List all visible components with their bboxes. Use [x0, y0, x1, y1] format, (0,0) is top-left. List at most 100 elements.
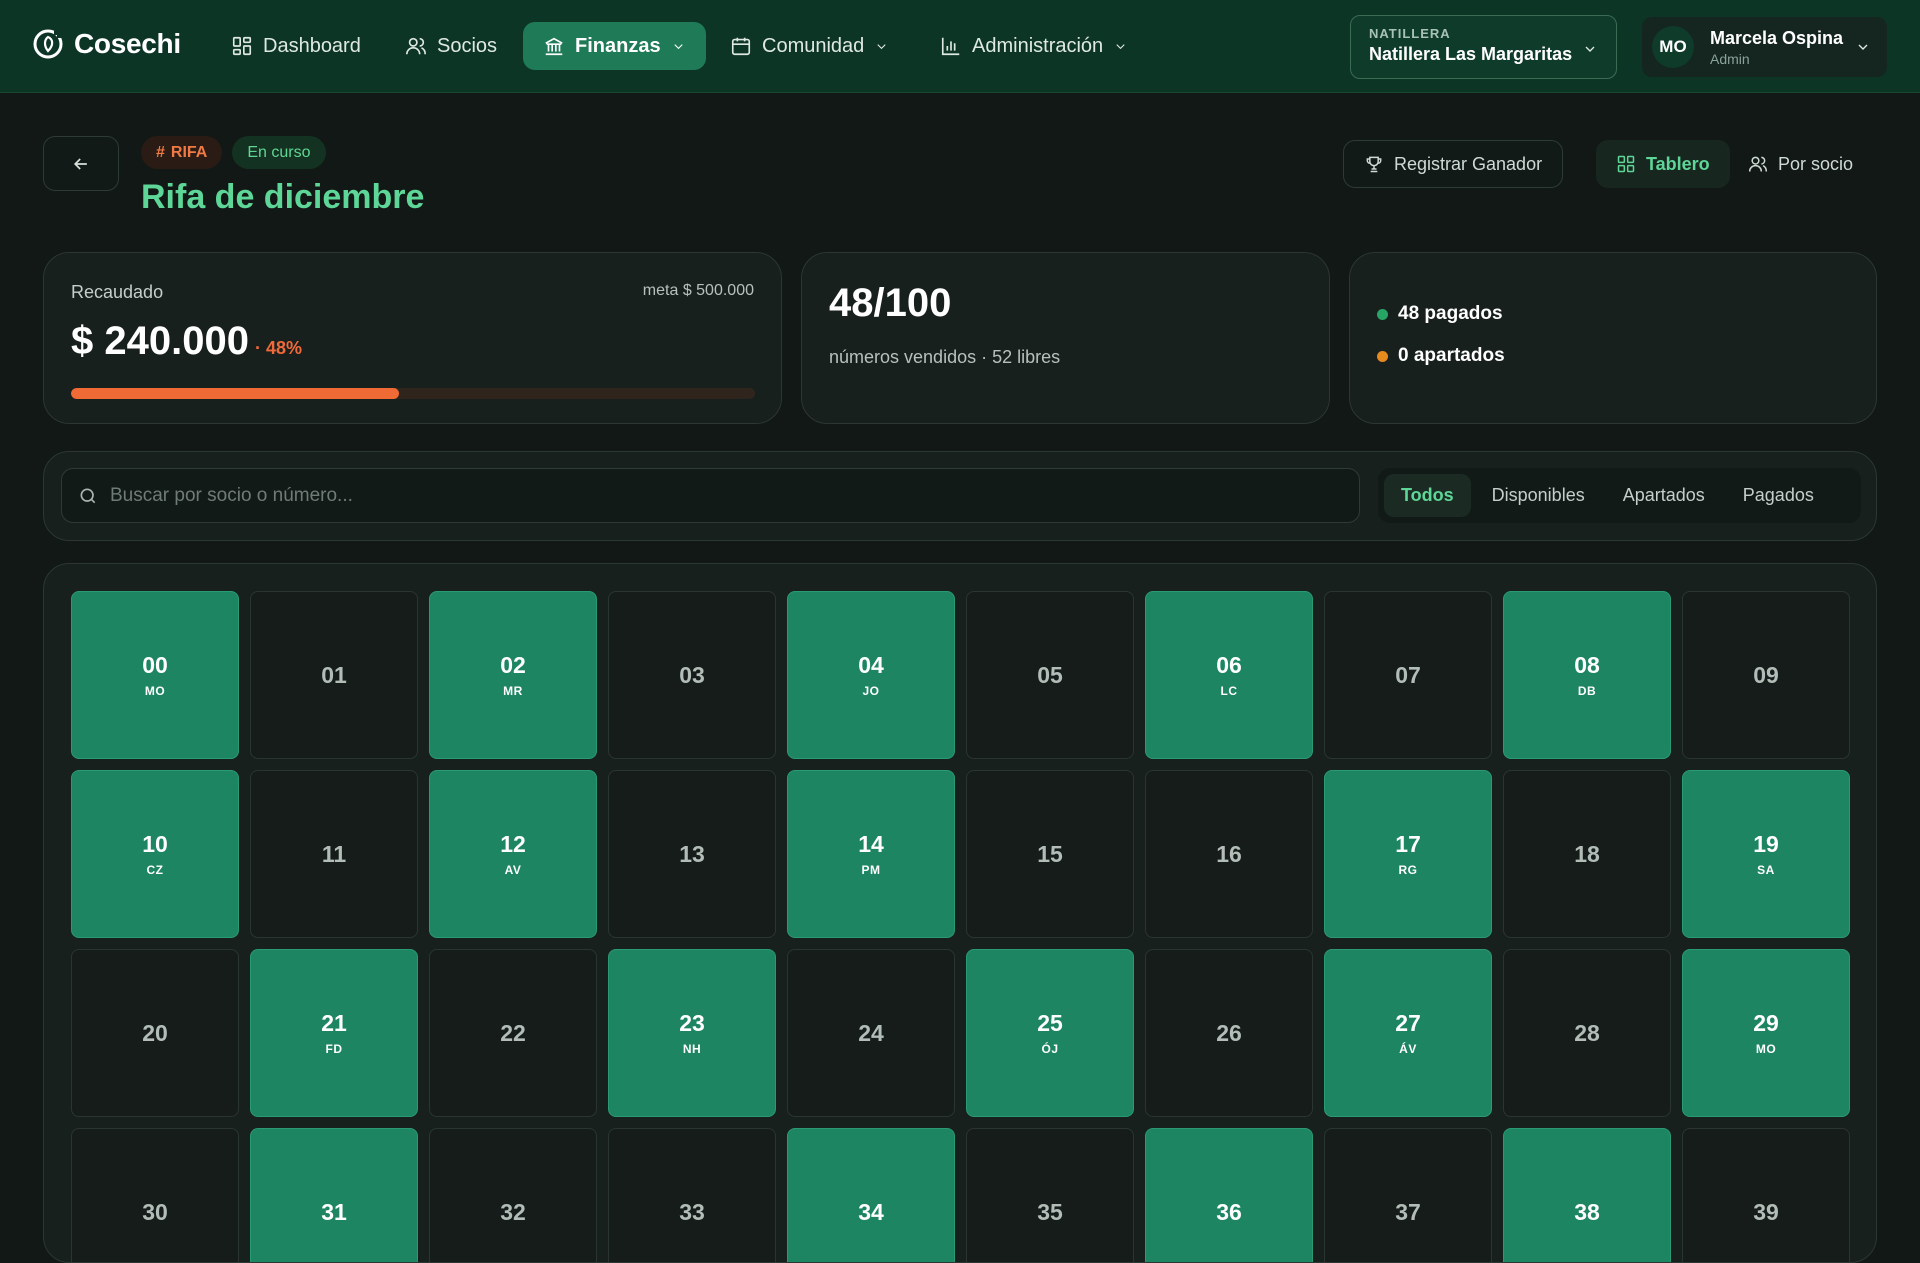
- filter-tab-todos[interactable]: Todos: [1384, 474, 1471, 517]
- raffle-number-cell[interactable]: 25 ÓJ: [966, 949, 1134, 1117]
- raffle-number: 35: [1037, 1198, 1063, 1225]
- back-button[interactable]: [43, 136, 119, 191]
- collected-amount: $ 240.000: [71, 319, 249, 363]
- raffle-number-cell[interactable]: 24: [787, 949, 955, 1117]
- nav-administracion[interactable]: Administración: [920, 22, 1148, 70]
- collected-amount-row: $ 240.000 · 48%: [71, 319, 302, 364]
- raffle-number: 06: [1216, 652, 1242, 678]
- raffle-number-cell[interactable]: 07: [1324, 591, 1492, 759]
- raffle-number-cell[interactable]: 17 RG: [1324, 770, 1492, 938]
- raffle-number-cell[interactable]: 37: [1324, 1128, 1492, 1262]
- users-icon: [406, 37, 426, 55]
- raffle-number: 18: [1574, 840, 1600, 867]
- raffle-number-cell[interactable]: 22: [429, 949, 597, 1117]
- filter-tab-pagados[interactable]: Pagados: [1726, 474, 1831, 517]
- raffle-number-cell[interactable]: 13: [608, 770, 776, 938]
- user-menu[interactable]: MO Marcela Ospina Admin: [1642, 17, 1887, 77]
- raffle-number: 33: [679, 1198, 705, 1225]
- raffle-number-cell[interactable]: 03: [608, 591, 776, 759]
- raffle-number: 01: [321, 661, 347, 688]
- raffle-number: 34: [858, 1198, 884, 1225]
- raffle-number-cell[interactable]: 09: [1682, 591, 1850, 759]
- raffle-number-owner-initials: RG: [1398, 863, 1418, 877]
- search-input[interactable]: [110, 484, 1310, 507]
- status-badge: En curso: [232, 136, 326, 169]
- raffle-number-cell[interactable]: 23 NH: [608, 949, 776, 1117]
- page-title: Rifa de diciembre: [141, 178, 425, 216]
- type-badge-label: RIFA: [170, 143, 208, 161]
- raffle-number-cell[interactable]: 06 LC: [1145, 591, 1313, 759]
- view-board-tab[interactable]: Tablero: [1596, 140, 1730, 188]
- brand[interactable]: Cosechi: [32, 28, 181, 60]
- raffle-number: 26: [1216, 1019, 1242, 1046]
- raffle-number-cell[interactable]: 32: [429, 1128, 597, 1262]
- raffle-number-cell[interactable]: 19 SA: [1682, 770, 1850, 938]
- raffle-number-cell[interactable]: 31: [250, 1128, 418, 1262]
- reserved-dot-icon: [1377, 350, 1388, 362]
- search-box[interactable]: [61, 468, 1360, 523]
- view-board-label: Tablero: [1646, 153, 1710, 174]
- raffle-number-cell[interactable]: 16: [1145, 770, 1313, 938]
- users-icon: [1748, 156, 1768, 172]
- raffle-number: 24: [858, 1019, 884, 1046]
- nav-socios[interactable]: Socios: [385, 22, 517, 70]
- raffle-number-cell[interactable]: 33: [608, 1128, 776, 1262]
- raffle-number-cell[interactable]: 28: [1503, 949, 1671, 1117]
- raffle-number-cell[interactable]: 05: [966, 591, 1134, 759]
- raffle-number: 16: [1216, 840, 1242, 867]
- bank-icon: [545, 37, 563, 56]
- raffle-number-cell[interactable]: 18: [1503, 770, 1671, 938]
- raffle-number-cell[interactable]: 38: [1503, 1128, 1671, 1262]
- raffle-number: 36: [1216, 1198, 1242, 1225]
- raffle-number: 13: [679, 840, 705, 867]
- paid-dot-icon: [1377, 308, 1388, 320]
- raffle-number: 37: [1395, 1198, 1421, 1225]
- raffle-number-cell[interactable]: 35: [966, 1128, 1134, 1262]
- raffle-number-cell[interactable]: 04 JO: [787, 591, 955, 759]
- raffle-number-cell[interactable]: 00 MO: [71, 591, 239, 759]
- raffle-number-cell[interactable]: 01: [250, 591, 418, 759]
- raffle-number: 15: [1037, 840, 1063, 867]
- nav-socios-label: Socios: [437, 34, 498, 57]
- organization-value: Natillera Las Margaritas: [1369, 44, 1573, 64]
- raffle-number-cell[interactable]: 39: [1682, 1128, 1850, 1262]
- raffle-number-cell[interactable]: 02 MR: [429, 591, 597, 759]
- filter-tab-disponibles[interactable]: Disponibles: [1475, 474, 1602, 517]
- raffle-number-cell[interactable]: 20: [71, 949, 239, 1117]
- nav-administracion-label: Administración: [972, 34, 1104, 57]
- chevron-down-icon: [1858, 44, 1868, 50]
- raffle-number-cell[interactable]: 21 FD: [250, 949, 418, 1117]
- register-winner-button[interactable]: Registrar Ganador: [1343, 140, 1564, 188]
- raffle-number: 28: [1574, 1019, 1600, 1046]
- raffle-number-cell[interactable]: 26: [1145, 949, 1313, 1117]
- organization-select[interactable]: NATILLERA Natillera Las Margaritas: [1350, 15, 1617, 79]
- raffle-number-cell[interactable]: 12 AV: [429, 770, 597, 938]
- brand-logo-icon: [33, 29, 63, 59]
- view-by-member-tab[interactable]: Por socio: [1728, 140, 1873, 188]
- nav-dashboard-label: Dashboard: [263, 34, 361, 57]
- nav-finanzas[interactable]: Finanzas: [523, 22, 706, 70]
- nav-comunidad[interactable]: Comunidad: [710, 22, 909, 70]
- raffle-number-cell[interactable]: 11: [250, 770, 418, 938]
- filter-tab-apartados[interactable]: Apartados: [1606, 474, 1722, 517]
- raffle-number-cell[interactable]: 36: [1145, 1128, 1313, 1262]
- raffle-number: 20: [142, 1019, 168, 1046]
- raffle-number-cell[interactable]: 10 CZ: [71, 770, 239, 938]
- chevron-down-icon: [1585, 46, 1595, 52]
- reserved-count: 0 apartados: [1398, 345, 1505, 366]
- user-role: Admin: [1710, 50, 1750, 67]
- paid-summary: 48 pagados: [1377, 303, 1503, 325]
- sold-subtitle: números vendidos · 52 libres: [829, 347, 1061, 367]
- raffle-number: 07: [1395, 661, 1421, 688]
- nav-dashboard[interactable]: Dashboard: [211, 22, 381, 70]
- raffle-number-cell[interactable]: 08 DB: [1503, 591, 1671, 759]
- top-navbar: Cosechi Dashboard Socios Finanzas Comuni…: [0, 0, 1920, 93]
- reserved-summary: 0 apartados: [1377, 345, 1505, 367]
- raffle-number-cell[interactable]: 14 PM: [787, 770, 955, 938]
- raffle-number-cell[interactable]: 15: [966, 770, 1134, 938]
- raffle-number-cell[interactable]: 27 ÁV: [1324, 949, 1492, 1117]
- raffle-number-cell[interactable]: 34: [787, 1128, 955, 1262]
- raffle-number-cell[interactable]: 30: [71, 1128, 239, 1262]
- raffle-number-cell[interactable]: 29 MO: [1682, 949, 1850, 1117]
- raffle-number-grid: 00 MO 01 02 MR 03 04 JO 05 06 LC 07 08 DB 09 10 CZ 11 12 AV…: [71, 591, 1850, 1262]
